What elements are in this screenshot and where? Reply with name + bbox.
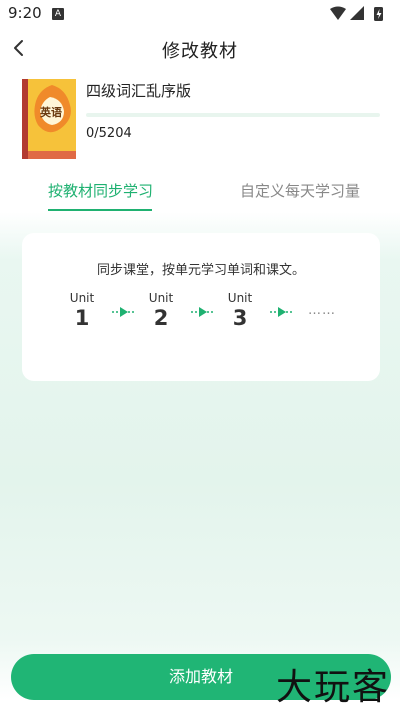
wifi-icon bbox=[330, 6, 346, 20]
unit-label: Unit bbox=[69, 291, 95, 305]
status-bar: 9:20 A bbox=[0, 0, 400, 28]
unit-label: Unit bbox=[148, 291, 174, 305]
tab-active-indicator bbox=[48, 209, 152, 211]
more-units-ellipsis: …… bbox=[308, 303, 336, 318]
book-cover-label: 英语 bbox=[39, 105, 62, 119]
book-cover-image: 英语 bbox=[22, 79, 76, 159]
tab-sync-textbook[interactable]: 按教材同步学习 bbox=[48, 180, 153, 201]
unit-number: 1 bbox=[74, 306, 90, 330]
book-progress-text: 0/5204 bbox=[86, 126, 132, 141]
mode-tabs: 按教材同步学习 自定义每天学习量 bbox=[0, 170, 400, 214]
signal-icon bbox=[350, 6, 364, 20]
unit-number: 2 bbox=[153, 306, 169, 330]
status-icons bbox=[330, 6, 383, 21]
book-title: 四级词汇乱序版 bbox=[86, 82, 192, 100]
sync-description: 同步课堂，按单元学习单词和课文。 bbox=[96, 263, 305, 278]
book-progress-bar bbox=[86, 113, 380, 117]
watermark-logo: 大玩客 bbox=[275, 667, 390, 708]
unit-step: Unit 2 bbox=[141, 291, 181, 331]
tab-custom-daily[interactable]: 自定义每天学习量 bbox=[240, 180, 360, 201]
status-time: 9:20 bbox=[8, 4, 42, 22]
unit-number: 3 bbox=[232, 306, 248, 330]
page-title: 修改教材 bbox=[162, 41, 238, 62]
book-card[interactable]: 英语 四级词汇乱序版 0/5204 bbox=[0, 72, 400, 168]
sync-info-card: 同步课堂，按单元学习单词和课文。 Unit 1 Unit 2 Unit 3 …… bbox=[22, 233, 380, 381]
unit-label: Unit bbox=[227, 291, 253, 305]
app-notification-icon: A bbox=[52, 8, 64, 20]
unit-step: Unit 3 bbox=[220, 291, 260, 331]
arrow-right-icon bbox=[270, 307, 292, 317]
unit-step: Unit 1 bbox=[62, 291, 102, 331]
nav-bar: 修改教材 bbox=[0, 28, 400, 70]
